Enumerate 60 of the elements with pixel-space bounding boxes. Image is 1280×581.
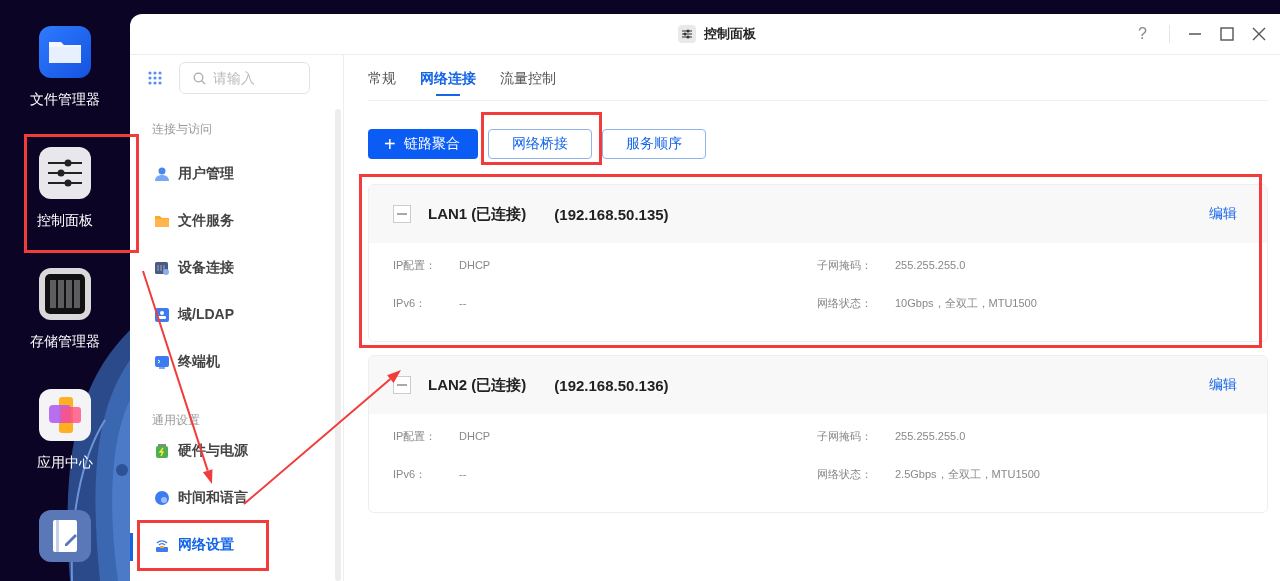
field-label: 子网掩码： [817,429,873,444]
field-label: 网络状态： [817,296,873,311]
interface-name: LAN1 (已连接) [428,204,527,224]
battery-icon [154,442,170,459]
help-button[interactable]: ? [1138,25,1147,43]
field-value: -- [459,296,468,311]
close-icon[interactable] [1252,27,1266,41]
field-value: DHCP [459,258,492,273]
device-icon [154,259,170,276]
field-value: 255.255.255.0 [895,258,967,273]
terminal-icon [154,353,170,370]
field-value: DHCP [459,429,492,444]
section-title: 连接与访问 [151,121,213,138]
search-field[interactable]: 请输入 [179,62,310,94]
sidebar-item[interactable]: 域/LDAP [130,291,335,338]
edit-link[interactable]: 编辑 [1209,376,1237,394]
collapse-icon[interactable] [393,376,411,394]
app-label: 存储管理器 [30,333,100,351]
tab[interactable]: 网络连接 [420,55,476,100]
globe-icon [154,489,170,506]
app-label: 应用中心 [37,454,93,472]
ip-address: (192.168.50.136) [554,376,669,394]
app-label: 控制面板 [37,212,93,230]
field-value: 10Gbps，全双工，MTU1500 [895,296,1038,311]
user-icon [154,165,170,182]
field-value: 2.5Gbps，全双工，MTU1500 [895,467,1041,482]
field-label: IPv6： [393,467,427,482]
field-label: 子网掩码： [817,258,873,273]
toolbar-button[interactable]: 服务顺序 [601,129,706,159]
sidebar-item[interactable]: 网络设置 [130,521,335,568]
tab[interactable]: 常规 [368,55,396,100]
tab[interactable]: 流量控制 [500,55,556,100]
scrollbar[interactable] [335,109,341,581]
sidebar-item[interactable]: 时间和语言 [130,474,335,521]
sidebar-item[interactable]: 用户管理 [130,150,335,197]
sliders-icon[interactable] [39,147,91,199]
app-label: 文件管理器 [30,91,100,109]
toolbar-button[interactable]: 网络桥接 [487,129,592,159]
sidebar-item[interactable]: 文件服务 [130,197,335,244]
folder-icon[interactable] [39,26,91,78]
notebook-icon[interactable] [39,510,91,562]
toolbar-button[interactable]: + 链路聚合 [368,129,478,159]
apps-icon[interactable] [39,389,91,441]
field-label: IP配置： [393,258,438,273]
edit-link[interactable]: 编辑 [1209,205,1237,223]
field-label: IP配置： [393,429,438,444]
field-label: IPv6： [393,296,427,311]
search-icon [193,72,206,85]
interface-name: LAN2 (已连接) [428,375,527,395]
field-label: 网络状态： [817,467,873,482]
maximize-icon[interactable] [1220,27,1234,41]
field-value: -- [459,467,468,482]
sidebar-item[interactable]: 终端机 [130,338,335,385]
sidebar-item[interactable]: 设备连接 [130,244,335,291]
storage-icon[interactable] [39,268,91,320]
field-value: 255.255.255.0 [895,429,967,444]
grid-icon[interactable] [148,71,162,85]
sliders-icon [678,25,696,43]
window-title: 控制面板 [704,25,756,43]
ip-address: (192.168.50.135) [554,205,669,223]
